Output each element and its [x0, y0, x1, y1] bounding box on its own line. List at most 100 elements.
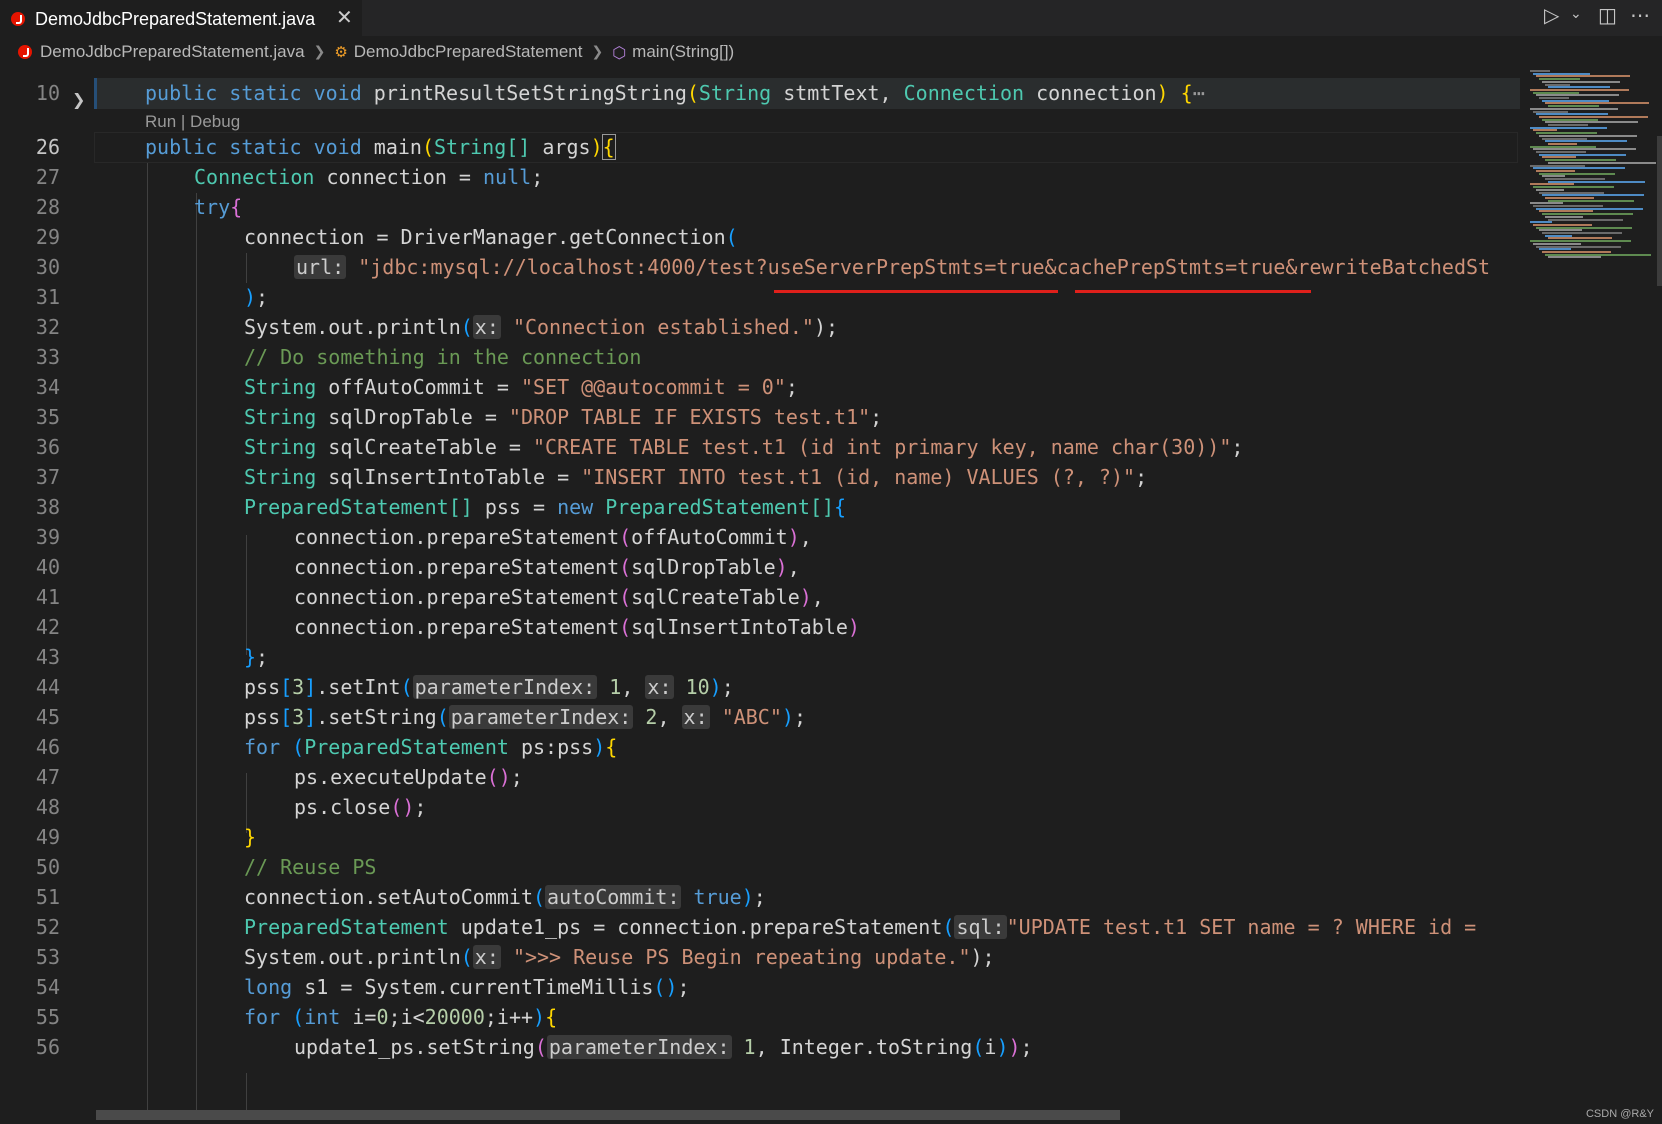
minimap-line [1542, 156, 1576, 159]
code-line-49: } [244, 825, 257, 849]
minimap-line [1542, 250, 1611, 253]
minimap-line [1548, 218, 1623, 221]
line-number: 43 [35, 645, 60, 669]
tab-label: DemoJdbcPreparedStatement.java [35, 8, 316, 29]
minimap-line [1530, 88, 1629, 91]
editor-tab[interactable]: DemoJdbcPreparedStatement.java ✕ [0, 0, 362, 37]
minimap-line [1545, 234, 1572, 237]
minimap-line [1548, 142, 1577, 145]
code-line-43: }; [244, 645, 269, 669]
code-line-42: connection.prepareStatement(sqlInsertInt… [294, 615, 860, 639]
class-icon: ⚙ [334, 43, 348, 61]
minimap-line [1542, 137, 1587, 140]
minimap-line [1530, 240, 1631, 243]
minimap-line [1545, 215, 1583, 218]
code-line-46: for (PreparedStatement ps:pss){ [244, 735, 618, 759]
close-icon[interactable]: ✕ [336, 5, 353, 29]
minimap[interactable] [1522, 68, 1662, 1118]
play-icon[interactable]: ▷ [1544, 3, 1559, 27]
breadcrumb-method[interactable]: main(String[]) [632, 42, 734, 62]
line-number: 49 [35, 825, 60, 849]
code-editor[interactable]: 10 26 27 28 29 30 31 32 33 34 35 36 37 38 39 40 41 42 43 44… [0, 68, 1520, 1118]
line-number: 36 [35, 435, 60, 459]
breadcrumb-class[interactable]: DemoJdbcPreparedStatement [354, 42, 583, 62]
indent-guide [246, 253, 247, 283]
minimap-line [1530, 183, 1574, 186]
line-number: 39 [35, 525, 60, 549]
code-line-55: for (int i=0;i<20000;i++){ [244, 1005, 558, 1029]
minimap-line [1530, 107, 1618, 110]
red-underline-annotation [1075, 290, 1311, 293]
minimap-line [1539, 172, 1615, 175]
minimap-line [1548, 105, 1599, 108]
minimap-line [1545, 140, 1627, 143]
code-line-35: String sqlDropTable = "DROP TABLE IF EXI… [244, 405, 883, 429]
line-number: 47 [35, 765, 60, 789]
minimap-line [1539, 97, 1569, 99]
code-line-28: try{ [194, 195, 243, 219]
minimap-line [1542, 80, 1620, 83]
minimap-line [1533, 91, 1579, 94]
minimap-line [1530, 126, 1607, 129]
minimap-line [1536, 113, 1608, 116]
line-number: 27 [35, 165, 60, 189]
chevron-right-icon: ❯ [591, 44, 604, 60]
code-line-56: update1_ps.setString(parameterIndex: 1, … [294, 1035, 1033, 1059]
chevron-down-icon[interactable]: ⌄ [1570, 6, 1582, 22]
method-cube-icon: ⬡ [612, 42, 627, 62]
minimap-line [1530, 202, 1563, 205]
minimap-line [1533, 72, 1590, 75]
minimap-line [1533, 186, 1614, 189]
minimap-line [1533, 148, 1636, 151]
minimap-line [1533, 205, 1603, 207]
indent-guide [147, 163, 148, 1118]
split-editor-icon[interactable]: ◫ [1598, 3, 1617, 27]
minimap-line [1539, 153, 1626, 156]
java-file-icon [18, 45, 32, 59]
breadcrumb-file[interactable]: DemoJdbcPreparedStatement.java [40, 42, 305, 62]
minimap-line [1536, 188, 1564, 191]
minimap-line [1542, 118, 1598, 121]
horizontal-scrollbar[interactable] [96, 1110, 1120, 1120]
line-number: 51 [35, 885, 60, 909]
minimap-line [1536, 151, 1586, 153]
line-number: 28 [35, 195, 60, 219]
code-line-38: PreparedStatement[] pss = new PreparedSt… [244, 495, 847, 519]
code-line-47: ps.executeUpdate(); [294, 765, 523, 789]
minimap-line [1545, 121, 1638, 124]
folded-ellipsis[interactable]: ⋯ [1193, 81, 1205, 105]
minimap-line [1533, 242, 1581, 245]
minimap-line [1536, 226, 1632, 229]
minimap-line [1536, 245, 1621, 248]
minimap-line [1542, 194, 1644, 197]
more-icon[interactable]: ⋯ [1630, 3, 1650, 27]
code-line-40: connection.prepareStatement(sqlDropTable… [294, 555, 800, 579]
line-number: 42 [35, 615, 60, 639]
minimap-line [1545, 196, 1594, 199]
minimap-line [1536, 75, 1630, 78]
minimap-line [1536, 207, 1643, 210]
line-number: 41 [35, 585, 60, 609]
minimap-line [1545, 102, 1649, 105]
line-number: 40 [35, 555, 60, 579]
minimap-line [1530, 145, 1596, 148]
minimap-line [1545, 159, 1616, 162]
minimap-line [1539, 210, 1593, 213]
code-line-36: String sqlCreateTable = "CREATE TABLE te… [244, 435, 1244, 459]
indent-guide [196, 193, 197, 1118]
minimap-line [1539, 115, 1648, 118]
codelens-run-debug[interactable]: Run | Debug [145, 112, 240, 132]
minimap-line [1533, 223, 1592, 226]
code-line-48: ps.close(); [294, 795, 427, 819]
vertical-scrollbar[interactable] [1657, 136, 1662, 286]
red-underline-annotation [774, 290, 1058, 293]
code-line-27: Connection connection = null; [194, 165, 544, 189]
minimap-line [1545, 83, 1570, 86]
code-line-44: pss[3].setInt(parameterIndex: 1, x: 10); [244, 675, 734, 699]
minimap-line [1530, 164, 1585, 167]
line-number: 35 [35, 405, 60, 429]
minimap-line [1536, 169, 1575, 172]
chevron-right-icon[interactable]: ❯ [72, 90, 85, 109]
line-number: 44 [35, 675, 60, 699]
code-line-52: PreparedStatement update1_ps = connectio… [244, 915, 1477, 939]
